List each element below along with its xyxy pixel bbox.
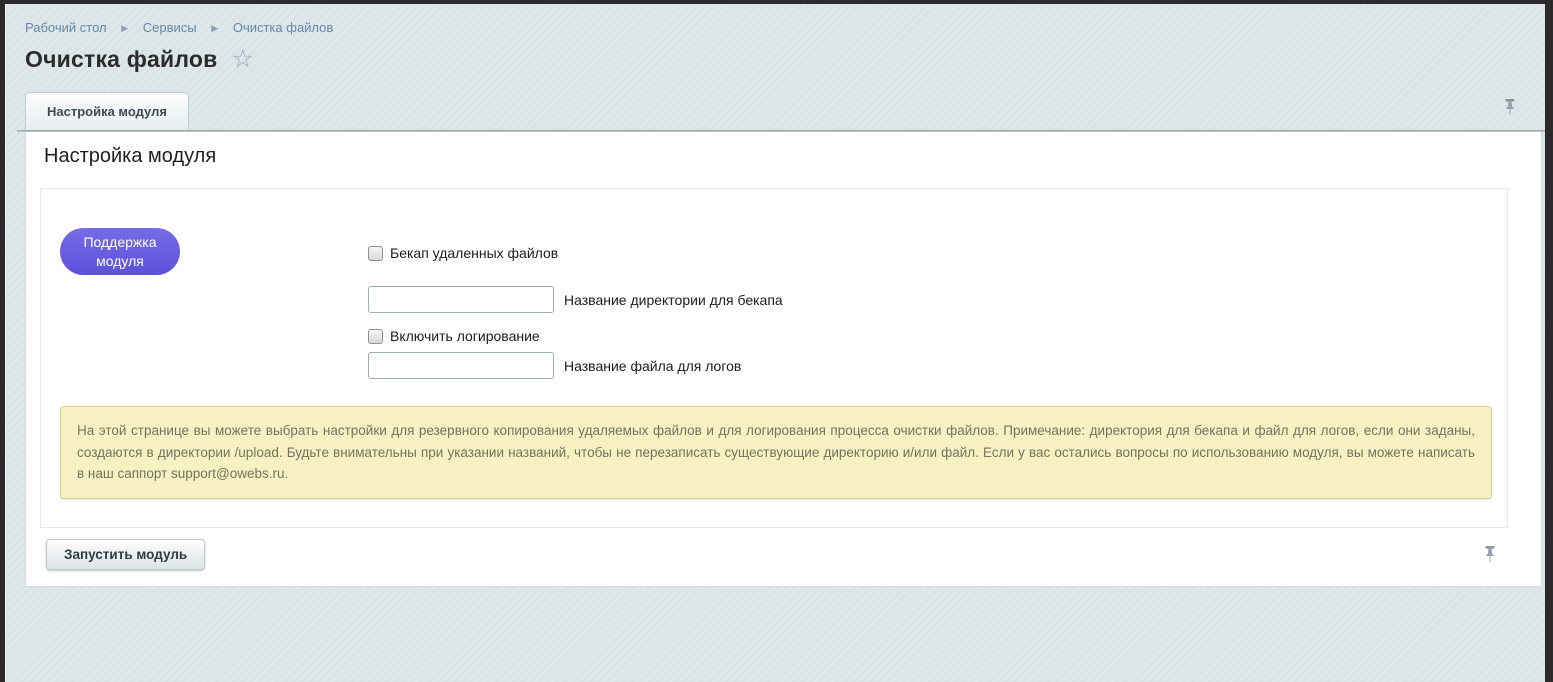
run-module-button[interactable]: Запустить модуль: [46, 539, 205, 570]
tab-module-settings[interactable]: Настройка модуля: [25, 92, 189, 130]
section-heading: Настройка модуля: [44, 145, 216, 168]
breadcrumb-link-file-cleanup[interactable]: Очистка файлов: [233, 20, 333, 35]
backup-directory-input[interactable]: [368, 286, 554, 313]
backup-deleted-files-checkbox[interactable]: [368, 246, 383, 261]
log-filename-input[interactable]: [368, 352, 554, 379]
backup-directory-row: Название директории для бекапа: [368, 286, 783, 313]
tab-bar: Настройка модуля: [25, 92, 1545, 130]
log-filename-row: Название файла для логов: [368, 352, 741, 379]
input-label: Название директории для бекапа: [564, 292, 783, 308]
breadcrumb-separator-icon: ▶: [211, 23, 218, 33]
input-label: Название файла для логов: [564, 358, 741, 374]
title-row: Очистка файлов ☆: [25, 46, 254, 73]
support-module-button[interactable]: Поддержка модуля: [60, 228, 180, 275]
breadcrumb: Рабочий стол ▶ Сервисы ▶ Очистка файлов: [25, 20, 333, 35]
backup-deleted-files-row: Бекап удаленных файлов: [368, 245, 558, 261]
breadcrumb-link-services[interactable]: Сервисы: [143, 20, 197, 35]
enable-logging-row: Включить логирование: [368, 328, 540, 344]
enable-logging-checkbox[interactable]: [368, 329, 383, 344]
checkbox-label: Бекап удаленных файлов: [390, 245, 558, 261]
info-note: На этой странице вы можете выбрать настр…: [60, 406, 1492, 499]
settings-box: Поддержка модуля Бекап удаленных файлов …: [40, 188, 1508, 528]
favorite-star-icon[interactable]: ☆: [231, 47, 253, 72]
pushpin-icon: [1503, 98, 1517, 116]
pin-icon-top[interactable]: [1503, 98, 1517, 116]
pushpin-icon: [1483, 545, 1497, 563]
pin-icon-bottom[interactable]: [1483, 545, 1497, 563]
breadcrumb-separator-icon: ▶: [121, 23, 128, 33]
page-title: Очистка файлов: [25, 46, 217, 73]
checkbox-label: Включить логирование: [390, 328, 540, 344]
breadcrumb-link-desktop[interactable]: Рабочий стол: [25, 20, 107, 35]
content-panel: Настройка модуля Поддержка модуля Бекап …: [25, 132, 1542, 587]
page: Рабочий стол ▶ Сервисы ▶ Очистка файлов …: [5, 4, 1545, 682]
